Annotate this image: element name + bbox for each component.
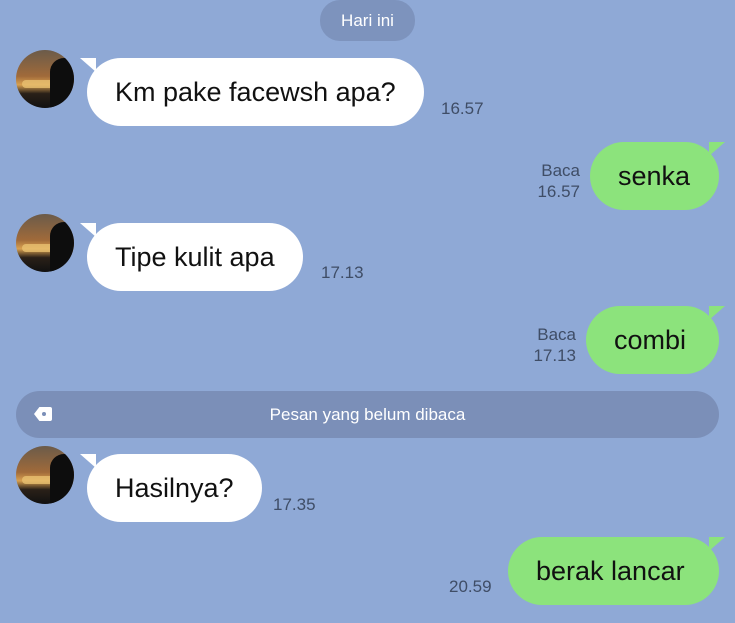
read-receipt: Baca 17.13	[533, 324, 576, 366]
unread-divider-label: Pesan yang belum dibaca	[269, 404, 466, 424]
incoming-message-bubble[interactable]: Tipe kulit apa	[87, 223, 303, 291]
tag-icon	[34, 407, 52, 421]
message-text: combi	[614, 324, 687, 355]
unread-messages-divider: Pesan yang belum dibaca	[16, 391, 719, 438]
bubble-tail	[709, 142, 725, 156]
date-separator-label: Hari ini	[341, 10, 394, 30]
message-text: Hasilnya?	[115, 472, 234, 503]
contact-avatar[interactable]	[16, 446, 74, 504]
message-time: 16.57	[537, 182, 580, 201]
bubble-tail	[709, 537, 725, 551]
message-time: 16.57	[441, 99, 484, 118]
read-status-label: Baca	[541, 161, 580, 180]
outgoing-message-bubble[interactable]: combi	[586, 306, 719, 374]
message-text: Km pake facewsh apa?	[115, 76, 396, 107]
message-time: 17.13	[533, 346, 576, 365]
message-text: Tipe kulit apa	[115, 241, 275, 272]
message-text: berak lancar	[536, 555, 685, 586]
outgoing-message-bubble[interactable]: berak lancar	[508, 537, 719, 605]
message-time: 17.13	[321, 263, 364, 282]
read-receipt: Baca 16.57	[537, 160, 580, 202]
message-time: 20.59	[449, 577, 492, 596]
date-separator-pill: Hari ini	[320, 0, 415, 41]
incoming-message-bubble[interactable]: Hasilnya?	[87, 454, 262, 522]
bubble-tail	[709, 306, 725, 320]
incoming-message-bubble[interactable]: Km pake facewsh apa?	[87, 58, 424, 126]
message-text: senka	[618, 160, 691, 191]
read-status-label: Baca	[537, 325, 576, 344]
outgoing-message-bubble[interactable]: senka	[590, 142, 719, 210]
contact-avatar[interactable]	[16, 214, 74, 272]
message-time: 17.35	[273, 495, 316, 514]
contact-avatar[interactable]	[16, 50, 74, 108]
